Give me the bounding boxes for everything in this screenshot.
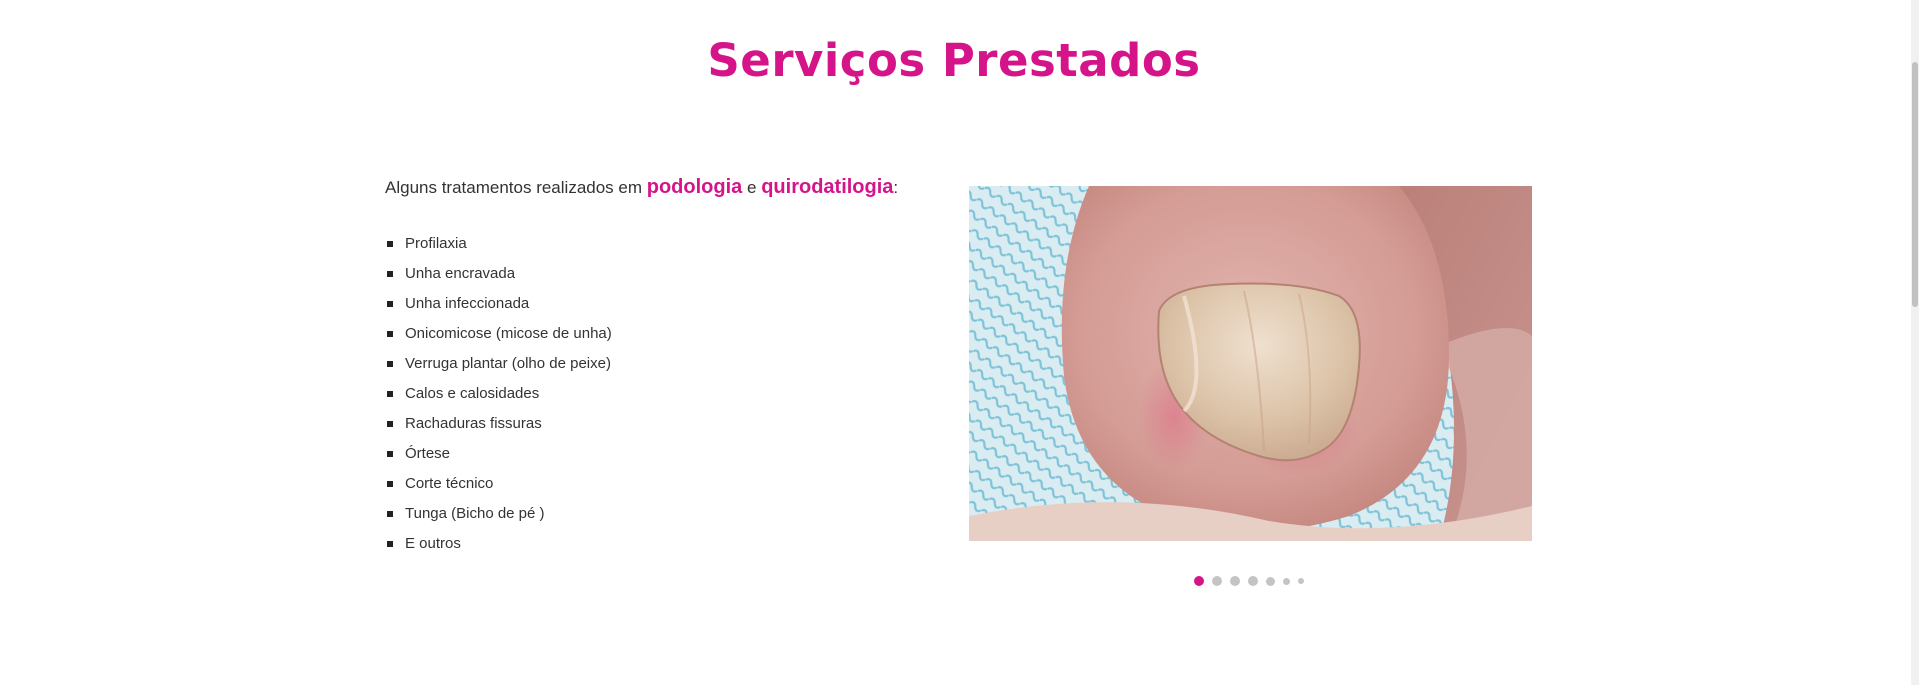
square-bullet-icon — [387, 391, 393, 397]
slide-dot-3[interactable] — [1230, 576, 1240, 586]
services-intro: Alguns tratamentos realizados em podolog… — [385, 176, 898, 199]
scrollbar-thumb[interactable] — [1912, 62, 1918, 307]
service-label: Onicomicose (micose de unha) — [405, 325, 612, 342]
intro-text-middle: e — [742, 178, 762, 197]
intro-highlight-podologia: podologia — [646, 176, 743, 198]
slide-dot-4[interactable] — [1248, 576, 1258, 586]
services-list: Profilaxia Unha encravada Unha infeccion… — [385, 229, 612, 559]
service-label: E outros — [405, 535, 461, 552]
square-bullet-icon — [387, 541, 393, 547]
slide-dot-1[interactable] — [1194, 576, 1204, 586]
intro-text-before: Alguns tratamentos realizados em — [385, 178, 647, 197]
list-item: Calos e calosidades — [385, 379, 612, 409]
list-item: Unha encravada — [385, 259, 612, 289]
toenail-photo — [969, 186, 1532, 541]
slide-dot-5[interactable] — [1266, 576, 1275, 586]
square-bullet-icon — [387, 271, 393, 277]
list-item: Corte técnico — [385, 469, 612, 499]
list-item: E outros — [385, 529, 612, 559]
slide-dot-6[interactable] — [1283, 577, 1290, 585]
service-label: Unha infeccionada — [405, 295, 530, 312]
list-item: Verruga plantar (olho de peixe) — [385, 349, 612, 379]
image-slider[interactable] — [969, 186, 1532, 541]
services-page: Serviços Prestados Alguns tratamentos re… — [0, 0, 1919, 685]
service-label: Unha encravada — [405, 265, 516, 282]
service-label: Órtese — [405, 445, 451, 462]
service-label: Profilaxia — [405, 235, 467, 252]
square-bullet-icon — [387, 451, 393, 457]
intro-highlight-quirodatilogia: quirodatilogia — [761, 176, 894, 198]
list-item: Tunga (Bicho de pé ) — [385, 499, 612, 529]
service-label: Verruga plantar (olho de peixe) — [405, 355, 611, 372]
service-label: Rachaduras fissuras — [405, 415, 542, 432]
list-item: Onicomicose (micose de unha) — [385, 319, 612, 349]
square-bullet-icon — [387, 511, 393, 517]
list-item: Rachaduras fissuras — [385, 409, 612, 439]
square-bullet-icon — [387, 241, 393, 247]
square-bullet-icon — [387, 361, 393, 367]
slider-pagination — [1194, 575, 1312, 587]
service-label: Corte técnico — [405, 475, 494, 492]
list-item: Profilaxia — [385, 229, 612, 259]
square-bullet-icon — [387, 331, 393, 337]
service-label: Tunga (Bicho de pé ) — [405, 505, 545, 522]
service-label: Calos e calosidades — [405, 385, 540, 402]
page-title: Serviços Prestados — [707, 34, 1201, 87]
list-item: Órtese — [385, 439, 612, 469]
page-scrollbar[interactable] — [1911, 0, 1919, 685]
intro-text-after: : — [893, 178, 899, 197]
list-item: Unha infeccionada — [385, 289, 612, 319]
slide-dot-7[interactable] — [1298, 578, 1304, 584]
square-bullet-icon — [387, 421, 393, 427]
square-bullet-icon — [387, 481, 393, 487]
slide-dot-2[interactable] — [1212, 576, 1222, 586]
square-bullet-icon — [387, 301, 393, 307]
